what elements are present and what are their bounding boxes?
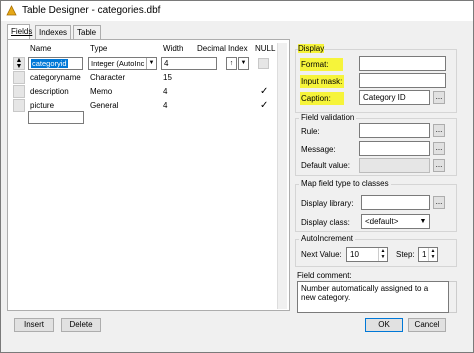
window-title: Table Designer - categories.dbf [22, 5, 161, 16]
field-type-select[interactable]: Integer (AutoInc ▼ [88, 57, 157, 70]
tab-indexes[interactable]: Indexes [35, 25, 71, 39]
format-input[interactable] [359, 56, 446, 71]
rule-input[interactable] [359, 123, 430, 138]
chevron-down-icon[interactable]: ▼ [146, 58, 156, 69]
next-value: 10 [350, 250, 359, 259]
input-mask-label: Input mask: [300, 75, 345, 88]
default-value-builder-button[interactable]: ... [433, 159, 445, 172]
delete-button-label: Delete [69, 320, 93, 329]
null-check-icon[interactable]: ✓ [260, 86, 268, 98]
tab-table[interactable]: Table [73, 25, 101, 39]
display-library-input[interactable] [361, 195, 430, 210]
null-checkbox[interactable] [258, 58, 269, 69]
next-value-label: Next Value: [301, 250, 342, 259]
row-selector[interactable] [13, 85, 25, 98]
map-field-title: Map field type to classes [299, 179, 391, 188]
title-bar: Table Designer - categories.dbf [1, 1, 473, 21]
table-designer-window: Table Designer - categories.dbf Fields I… [0, 0, 474, 353]
field-name: description [30, 87, 69, 96]
spinner-arrows-icon[interactable]: ▲ ▼ [428, 248, 437, 261]
field-width-value: 4 [164, 59, 169, 68]
caption-value: Category ID [363, 93, 406, 102]
field-name-value: categoryid [31, 59, 68, 68]
autoincrement-title: AutoIncrement [299, 234, 356, 243]
display-group-title: Display [298, 44, 325, 53]
index-order-button[interactable]: ↑ [226, 57, 237, 70]
new-field-name-input[interactable] [28, 111, 84, 124]
insert-button-label: Insert [23, 320, 44, 329]
field-validation-title: Field validation [299, 113, 357, 122]
ok-button-label: OK [378, 320, 390, 329]
table-row[interactable]: ▲ ▼ categoryid Integer (AutoInc ▼ 4 ↑ ▼ [13, 57, 277, 71]
insert-button[interactable]: Insert [14, 318, 54, 332]
display-class-label: Display class: [301, 218, 350, 227]
index-dropdown[interactable]: ▼ [238, 57, 249, 70]
message-input[interactable] [359, 141, 430, 156]
default-value-input[interactable] [359, 158, 430, 173]
comment-scrollbar[interactable] [449, 281, 457, 313]
field-type: Character [90, 73, 126, 82]
ok-button[interactable]: OK [365, 318, 403, 332]
step-label: Step: [396, 250, 415, 259]
step-value: 1 [422, 250, 427, 259]
row-move-handle[interactable]: ▲ ▼ [13, 57, 25, 70]
arrow-up-icon: ↑ [229, 60, 234, 67]
vertical-scrollbar[interactable] [277, 43, 287, 309]
rule-label: Rule: [301, 127, 320, 136]
display-library-builder-button[interactable]: ... [433, 196, 445, 209]
field-comment-textarea[interactable]: Number automatically assigned to a new c… [297, 281, 449, 313]
null-check-icon[interactable]: ✓ [260, 100, 268, 112]
caption-label: Caption: [300, 92, 344, 105]
tab-fields[interactable]: Fields [7, 24, 33, 39]
field-type-value: Integer (AutoInc [91, 59, 145, 68]
column-header-width: Width [163, 44, 184, 53]
table-row[interactable]: description Memo 4 ✓ [13, 85, 277, 99]
row-selector[interactable] [13, 71, 25, 84]
field-width-input[interactable]: 4 [161, 57, 217, 70]
next-value-spinner[interactable]: 10 ▲ ▼ [346, 247, 388, 262]
tab-fields-label: Fields [11, 27, 33, 36]
spinner-arrows-icon[interactable]: ▲ ▼ [378, 248, 387, 261]
field-width: 4 [163, 101, 168, 110]
field-type: General [90, 101, 119, 110]
field-comment-text: Number automatically assigned to a new c… [301, 284, 429, 302]
display-library-label: Display library: [301, 199, 354, 208]
table-row[interactable]: categoryname Character 15 [13, 71, 277, 85]
field-name: categoryname [30, 73, 81, 82]
cancel-button-label: Cancel [414, 320, 440, 329]
field-type: Memo [90, 87, 113, 96]
caption-input[interactable]: Category ID [359, 90, 430, 105]
step-spinner[interactable]: 1 ▲ ▼ [418, 247, 438, 262]
input-mask-input[interactable] [359, 73, 446, 88]
cancel-button[interactable]: Cancel [408, 318, 446, 332]
up-down-arrows-icon: ▲ ▼ [15, 57, 23, 70]
column-header-null: NULL [255, 44, 276, 53]
column-header-decimal: Decimal [197, 44, 226, 53]
message-label: Message: [301, 145, 336, 154]
column-header-index: Index [228, 44, 248, 53]
tab-indexes-label: Indexes [39, 28, 68, 37]
field-width: 15 [163, 73, 172, 82]
display-class-select[interactable]: <default> ▼ [361, 214, 430, 229]
column-header-type: Type [90, 44, 108, 53]
chevron-down-icon: ▼ [240, 60, 247, 66]
format-label: Format: [300, 58, 343, 71]
delete-button[interactable]: Delete [61, 318, 101, 332]
rule-builder-button[interactable]: ... [433, 124, 445, 137]
caption-builder-button[interactable]: ... [433, 91, 445, 104]
column-header-name: Name [30, 44, 52, 53]
chevron-down-icon[interactable]: ▼ [417, 215, 429, 228]
default-value-label: Default value: [301, 161, 350, 170]
tab-table-label: Table [77, 28, 97, 37]
field-width: 4 [163, 87, 168, 96]
field-name-input[interactable]: categoryid [28, 57, 83, 70]
display-class-value: <default> [365, 217, 399, 226]
row-selector[interactable] [13, 99, 25, 112]
field-comment-label: Field comment: [297, 271, 352, 280]
app-icon [6, 5, 17, 16]
message-builder-button[interactable]: ... [433, 142, 445, 155]
